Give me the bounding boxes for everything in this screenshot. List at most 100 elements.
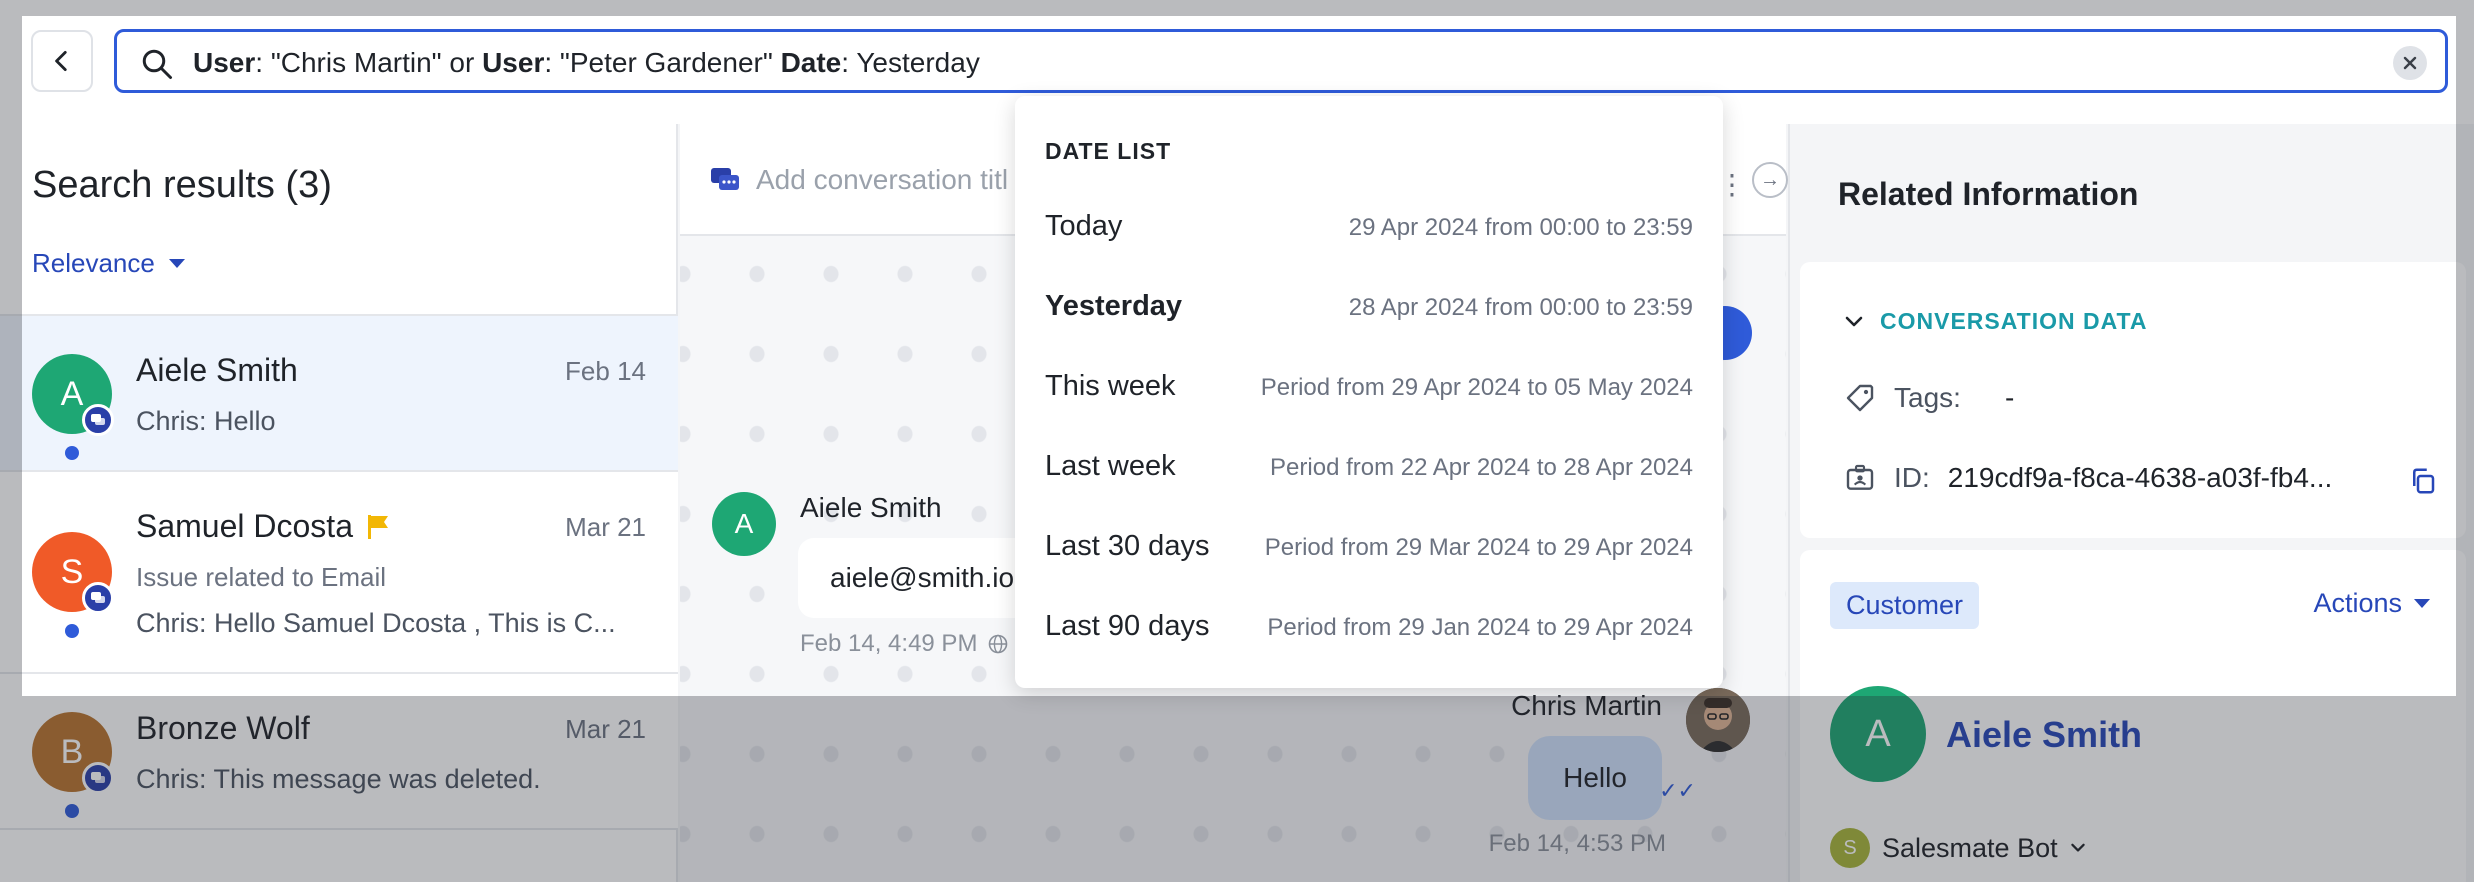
actions-label: Actions	[2313, 588, 2402, 618]
date-option-this-week[interactable]: This week Period from 29 Apr 2024 to 05 …	[1015, 348, 1723, 428]
outgoing-message: Hello	[1528, 736, 1662, 820]
search-token-value: : "Peter Gardener"	[544, 47, 781, 78]
related-title: Related Information	[1838, 176, 2139, 212]
online-status-dot	[65, 446, 79, 460]
date-option-range: 28 Apr 2024 from 00:00 to 23:59	[1348, 294, 1693, 321]
actions-dropdown[interactable]: Actions	[2313, 588, 2430, 619]
date-option-range: 29 Apr 2024 from 00:00 to 23:59	[1348, 214, 1693, 241]
online-status-dot	[65, 804, 79, 818]
conversation-data-toggle[interactable]: CONVERSATION DATA	[1844, 308, 2147, 335]
date-option-yesterday[interactable]: Yesterday 28 Apr 2024 from 00:00 to 23:5…	[1015, 268, 1723, 348]
date-option-label: Last 30 days	[1045, 530, 1210, 562]
id-value: 219cdf9a-f8ca-4638-a03f-fb4...	[1947, 462, 2333, 493]
contact-name-link[interactable]: Aiele Smith	[1946, 714, 2142, 756]
incoming-message: aiele@smith.io	[798, 538, 1047, 618]
contact-name: Bronze Wolf	[136, 710, 310, 747]
owner-dropdown[interactable]: S Salesmate Bot	[1830, 828, 2086, 868]
date-option-label: Today	[1045, 210, 1123, 242]
date-option-range: Period from 22 Apr 2024 to 28 Apr 2024	[1270, 454, 1693, 481]
search-token-key: Date	[780, 47, 842, 78]
date-option-last-30-days[interactable]: Last 30 days Period from 29 Mar 2024 to …	[1015, 508, 1723, 588]
search-token-key: User	[193, 47, 256, 78]
result-item-bronze-wolf[interactable]: B Bronze Wolf Mar 21 Chris: This message…	[0, 674, 678, 830]
id-label: ID:	[1894, 462, 1930, 493]
owner-name: Salesmate Bot	[1882, 832, 2058, 863]
avatar: A	[712, 492, 776, 556]
date-option-last-week[interactable]: Last week Period from 22 Apr 2024 to 28 …	[1015, 428, 1723, 508]
chat-channel-icon	[82, 762, 114, 794]
search-token-key: User	[482, 47, 545, 78]
date-option-label: Last 90 days	[1045, 610, 1210, 642]
results-title: Search results (3)	[32, 164, 332, 206]
chevron-down-icon	[1845, 316, 1863, 326]
related-information-panel: Related Information CONVERSATION DATA Ta…	[1788, 124, 2474, 882]
date-option-last-90-days[interactable]: Last 90 days Period from 29 Jan 2024 to …	[1015, 588, 1723, 668]
date-option-label: Last week	[1045, 450, 1176, 482]
chevron-down-icon	[2070, 843, 2085, 852]
search-token-value: : "Chris Martin" or	[255, 47, 483, 78]
last-message-preview: Chris: This message was deleted.	[136, 764, 541, 794]
tags-value: -	[2004, 382, 2015, 413]
date-list-title: DATE LIST	[1045, 138, 1172, 164]
contact-name: Samuel Dcosta	[136, 508, 391, 545]
sort-dropdown[interactable]: Relevance	[32, 248, 185, 279]
globe-icon	[989, 634, 1008, 654]
search-icon	[142, 49, 172, 79]
last-message-preview: Chris: Hello	[136, 406, 276, 436]
chat-channel-icon	[82, 582, 114, 614]
conversation-icon	[711, 168, 739, 190]
tags-row: Tags: -	[1844, 382, 2014, 414]
date-option-range: Period from 29 Apr 2024 to 05 May 2024	[1260, 374, 1693, 401]
result-item-samuel-dcosta[interactable]: S Samuel Dcosta Mar 21 Issue related to …	[0, 472, 678, 674]
search-query: User: "Chris Martin" or User: "Peter Gar…	[193, 47, 980, 79]
clear-search-button[interactable]	[2393, 46, 2427, 80]
chat-channel-icon	[82, 404, 114, 436]
caret-down-icon	[168, 259, 185, 268]
owner-avatar: S	[1830, 828, 1870, 868]
date-option-range: Period from 29 Mar 2024 to 29 Apr 2024	[1264, 534, 1693, 561]
caret-down-icon	[2414, 599, 2430, 608]
contact-card: Customer Actions A Aiele Smith S Salesma…	[1800, 550, 2466, 882]
conversation-date: Mar 21	[565, 512, 646, 542]
conversation-date: Feb 14	[565, 356, 646, 386]
conversation-title-input[interactable]: Add conversation titl	[756, 164, 1008, 196]
date-option-range: Period from 29 Jan 2024 to 29 Apr 2024	[1267, 614, 1693, 641]
id-row: ID: 219cdf9a-f8ca-4638-a03f-fb4...	[1844, 462, 2332, 494]
sort-label: Relevance	[32, 248, 155, 278]
message-time: Feb 14, 4:53 PM	[1488, 830, 1666, 857]
message-sender: Aiele Smith	[800, 492, 942, 523]
date-option-label: This week	[1045, 370, 1176, 402]
customer-badge: Customer	[1830, 582, 1980, 629]
avatar: A	[1830, 686, 1926, 782]
copy-icon[interactable]	[2408, 466, 2438, 496]
search-results-panel: Search results (3) Relevance A Aiele Smi…	[0, 124, 678, 882]
contact-name-text: Bronze Wolf	[136, 710, 310, 746]
close-icon	[2403, 56, 2417, 70]
search-token-value: : Yesterday	[841, 47, 980, 78]
conversation-subject: Issue related to Email	[136, 562, 387, 592]
tags-label: Tags:	[1894, 382, 1961, 413]
result-item-aiele-smith[interactable]: A Aiele Smith Feb 14 Chris: Hello	[0, 316, 678, 472]
back-button[interactable]	[31, 30, 93, 92]
section-title: CONVERSATION DATA	[1880, 308, 2148, 334]
date-option-label: Yesterday	[1045, 290, 1183, 322]
tag-icon	[1846, 384, 1874, 412]
last-message-preview: Chris: Hello Samuel Dcosta , This is C..…	[136, 608, 616, 638]
arrow-right-icon[interactable]: →	[1752, 162, 1788, 198]
online-status-dot	[65, 624, 79, 638]
conversation-data-card: CONVERSATION DATA Tags: - ID: 219cdf9a-f…	[1800, 262, 2466, 538]
double-check-icon: ✓✓	[1659, 778, 1696, 803]
contact-name-text: Samuel Dcosta	[136, 508, 353, 544]
id-card-icon	[1846, 464, 1874, 490]
message-time-text: Feb 14, 4:49 PM	[800, 630, 978, 657]
message-time: Feb 14, 4:49 PM	[800, 630, 1009, 658]
flag-icon	[367, 514, 388, 539]
message-sender: Chris Martin	[1511, 690, 1662, 721]
agent-avatar	[1686, 688, 1750, 752]
contact-name-text: Aiele Smith	[136, 352, 298, 388]
search-input[interactable]: User: "Chris Martin" or User: "Peter Gar…	[114, 29, 2448, 93]
date-list-dropdown: DATE LIST Today 29 Apr 2024 from 00:00 t…	[1015, 96, 1723, 688]
contact-name: Aiele Smith	[136, 352, 298, 389]
date-option-today[interactable]: Today 29 Apr 2024 from 00:00 to 23:59	[1015, 188, 1723, 268]
chevron-left-icon	[55, 50, 67, 72]
